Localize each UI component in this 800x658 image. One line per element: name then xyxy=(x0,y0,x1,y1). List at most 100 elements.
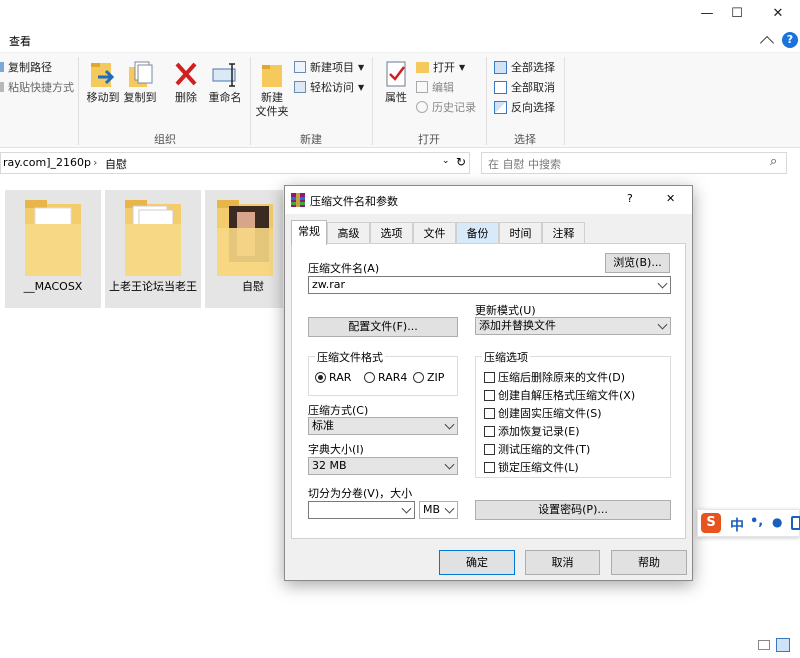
tab-time[interactable]: 时间 xyxy=(499,222,542,244)
search-input[interactable]: 在 自慰 中搜索 xyxy=(488,156,561,172)
tab-general[interactable]: 常规 xyxy=(291,220,327,245)
history-label: 历史记录 xyxy=(432,101,476,114)
archive-name-combo[interactable]: zw.rar xyxy=(308,276,671,294)
open-button[interactable]: 打开 ▼ xyxy=(416,59,465,75)
ime-toolbox-icon[interactable] xyxy=(791,516,800,530)
new-folder-label-2: 文件夹 xyxy=(255,105,289,118)
radio-icon xyxy=(413,372,424,383)
chevron-down-icon[interactable] xyxy=(444,419,455,430)
breadcrumb-segment[interactable]: ray.com]_2160p xyxy=(3,156,91,169)
folder-label: 上老王论坛当老王 xyxy=(109,280,197,293)
ime-mode-button[interactable]: 中 xyxy=(730,515,744,535)
browse-button[interactable]: 浏览(B)... xyxy=(605,253,670,273)
easy-access-button[interactable]: 轻松访问 ▼ xyxy=(294,79,364,95)
tab-comment[interactable]: 注释 xyxy=(542,222,585,244)
split-volume-combo[interactable] xyxy=(308,501,415,519)
delete-button[interactable]: 删除 xyxy=(170,59,202,105)
format-zip-radio[interactable]: ZIP xyxy=(413,371,444,384)
search-box[interactable]: 在 自慰 中搜索 ⌕ xyxy=(481,152,787,174)
tab-backup[interactable]: 备份 xyxy=(456,222,499,244)
microphone-icon[interactable]: ● xyxy=(772,515,782,529)
method-select[interactable]: 标准 xyxy=(308,417,458,435)
close-button[interactable]: ✕ xyxy=(758,0,798,28)
move-to-button[interactable]: 移动到 xyxy=(86,59,120,105)
method-label: 压缩方式(C) xyxy=(308,404,369,417)
select-all-icon xyxy=(494,60,507,74)
profiles-button[interactable]: 配置文件(F)... xyxy=(308,317,458,337)
update-mode-select[interactable]: 添加并替换文件 xyxy=(475,317,671,335)
format-rar4-radio[interactable]: RAR4 xyxy=(364,371,407,384)
copy-path-label: 复制路径 xyxy=(8,61,52,74)
checkbox-icon xyxy=(484,407,495,419)
format-rar-radio[interactable]: RAR xyxy=(315,371,351,384)
history-button[interactable]: 历史记录 xyxy=(416,99,476,115)
invert-selection-button[interactable]: 反向选择 xyxy=(494,99,555,115)
collapse-ribbon-icon[interactable] xyxy=(759,35,775,51)
ime-punct-button[interactable]: •, xyxy=(750,514,763,529)
format-rar-label: RAR xyxy=(329,371,352,384)
set-password-button[interactable]: 设置密码(P)... xyxy=(475,500,671,520)
address-history-dropdown-icon[interactable]: ⌄ xyxy=(442,156,450,166)
archive-dialog: 压缩文件名和参数 ? ✕ 常规 高级 选项 文件 备份 时间 注释 压缩文件名(… xyxy=(284,185,693,581)
cancel-button[interactable]: 取消 xyxy=(525,550,600,575)
rename-button[interactable]: 重命名 xyxy=(205,59,245,105)
maximize-button[interactable]: ☐ xyxy=(717,0,757,28)
tab-advanced[interactable]: 高级 xyxy=(327,222,370,244)
address-bar[interactable]: ray.com]_2160p › 自慰 ⌄ ↻ xyxy=(0,152,470,174)
paste-shortcut-button[interactable]: 粘贴快捷方式 xyxy=(0,79,74,95)
option-recovery[interactable]: 添加恢复记录(E) xyxy=(484,423,580,439)
folder-item[interactable]: 自慰 xyxy=(205,190,283,308)
option-test[interactable]: 测试压缩的文件(T) xyxy=(484,441,590,457)
option-lock[interactable]: 锁定压缩文件(L) xyxy=(484,459,579,475)
new-folder-button[interactable]: 新建 文件夹 xyxy=(254,59,290,119)
ribbon-tab-row: 查看 ? xyxy=(0,30,800,52)
folder-item[interactable]: __MACOSX xyxy=(5,190,101,308)
copy-to-button[interactable]: 复制到 xyxy=(123,59,157,105)
large-icons-view-icon[interactable] xyxy=(776,638,790,652)
search-icon[interactable]: ⌕ xyxy=(770,154,777,169)
update-mode-value: 添加并替换文件 xyxy=(479,319,556,332)
dict-size-select[interactable]: 32 MB xyxy=(308,457,458,475)
dialog-help-button[interactable]: ? xyxy=(627,192,633,205)
folder-item[interactable]: 上老王论坛当老王 xyxy=(105,190,201,308)
details-view-icon[interactable] xyxy=(758,640,770,650)
new-item-icon xyxy=(294,61,306,73)
open-label: 打开 xyxy=(433,61,455,74)
dialog-close-button[interactable]: ✕ xyxy=(666,192,675,205)
new-item-button[interactable]: 新建项目 ▼ xyxy=(294,59,364,75)
divider xyxy=(250,57,251,145)
option-delete-after[interactable]: 压缩后删除原来的文件(D) xyxy=(484,369,625,385)
properties-button[interactable]: 属性 xyxy=(380,59,412,105)
breadcrumb-current[interactable]: 自慰 xyxy=(105,156,127,172)
tab-view[interactable]: 查看 xyxy=(9,33,31,49)
ime-toolbar: S 中 •, ● xyxy=(697,509,800,537)
sogou-logo-icon[interactable]: S xyxy=(701,513,721,533)
archive-name-input[interactable]: zw.rar xyxy=(312,278,345,291)
option-label: 压缩后删除原来的文件(D) xyxy=(498,371,626,384)
help-icon[interactable]: ? xyxy=(782,32,798,48)
select-all-button[interactable]: 全部选择 xyxy=(494,59,555,75)
tab-options[interactable]: 选项 xyxy=(370,222,413,244)
copy-path-button[interactable]: 复制路径 xyxy=(0,59,52,75)
option-sfx[interactable]: 创建自解压格式压缩文件(X) xyxy=(484,387,635,403)
general-panel: 压缩文件名(A) 浏览(B)... zw.rar 配置文件(F)... 更新模式… xyxy=(291,243,686,539)
copy-path-icon xyxy=(0,62,4,72)
chevron-down-icon[interactable] xyxy=(444,459,455,470)
option-solid[interactable]: 创建固实压缩文件(S) xyxy=(484,405,602,421)
edit-label: 编辑 xyxy=(432,81,454,94)
divider xyxy=(486,57,487,145)
chevron-down-icon[interactable] xyxy=(657,319,668,330)
move-to-icon xyxy=(91,63,115,87)
new-folder-icon xyxy=(262,65,282,87)
select-none-button[interactable]: 全部取消 xyxy=(494,79,555,95)
edit-button[interactable]: 编辑 xyxy=(416,79,454,95)
ok-button[interactable]: 确定 xyxy=(439,550,515,575)
dialog-title: 压缩文件名和参数 xyxy=(310,195,398,208)
chevron-down-icon[interactable] xyxy=(657,278,668,289)
help-button[interactable]: 帮助 xyxy=(611,550,687,575)
chevron-down-icon[interactable] xyxy=(401,503,412,514)
split-unit-select[interactable]: MB xyxy=(419,501,458,519)
chevron-down-icon[interactable] xyxy=(444,503,455,514)
refresh-icon[interactable]: ↻ xyxy=(456,155,466,169)
tab-files[interactable]: 文件 xyxy=(413,222,456,244)
